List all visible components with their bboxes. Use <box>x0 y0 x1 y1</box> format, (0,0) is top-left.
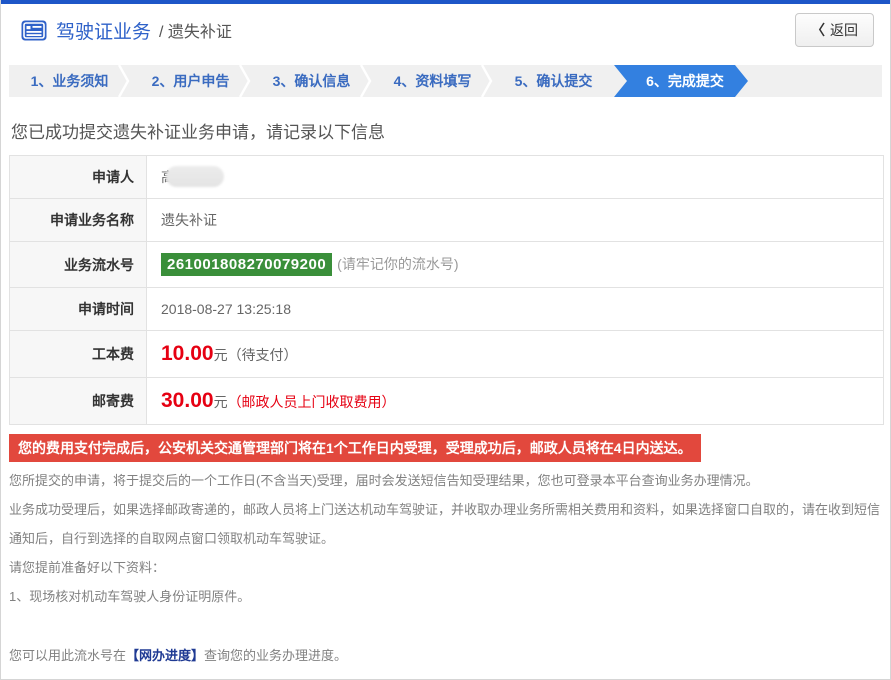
instruction-paragraph: 请您提前准备好以下资料： <box>9 560 166 576</box>
serial-number-note: (请牢记你的流水号) <box>337 256 459 272</box>
instruction-paragraph: 您所提交的申请，将于提交后的一个工作日(不含当天)受理，届时会发送短信告知受理结… <box>9 473 759 489</box>
step-2-user-declaration[interactable]: 2、用户申告 <box>130 65 251 97</box>
step-4-fill-materials[interactable]: 4、资料填写 <box>372 65 493 97</box>
instruction-paragraph: 1、现场核对机动车驾驶人身份证明原件。 <box>9 589 251 605</box>
step-label: 2、用户申告 <box>151 73 230 89</box>
serial-number-badge: 261001808270079200 <box>161 253 333 276</box>
fee-unit: 元 <box>213 394 228 410</box>
step-6-complete-submit[interactable]: 6、完成提交 <box>614 65 748 97</box>
row-label: 申请人 <box>9 155 147 199</box>
step-label: 1、业务须知 <box>30 73 109 89</box>
table-row-apply-time: 申请时间 2018-08-27 13:25:18 <box>9 287 884 331</box>
fee-unit: 元 <box>213 347 228 363</box>
row-label: 工本费 <box>9 330 147 378</box>
table-row-applicant: 申请人 高 <box>9 155 884 199</box>
redacted-name-blur <box>166 165 224 187</box>
alert-wrapper: 您的费用支付完成后，公安机关交通管理部门将在1个工作日内受理，受理成功后，邮政人… <box>9 434 882 463</box>
step-label: 4、资料填写 <box>393 73 472 89</box>
row-value: 2018-08-27 13:25:18 <box>146 287 884 331</box>
instructions-block: 您所提交的申请，将于提交后的一个工作日(不含当天)受理，届时会发送短信告知受理结… <box>9 466 882 611</box>
table-row-business-name: 申请业务名称 遗失补证 <box>9 198 884 242</box>
progress-note-suffix: 查询您的业务办理进度。 <box>204 648 348 664</box>
page-panel: 驾驶证业务 / 遗失补证 〈 返回 1、业务须知 2、用户申告 3、确认信息 4… <box>0 0 891 680</box>
row-label: 申请业务名称 <box>9 198 147 242</box>
chevron-separator-icon <box>481 65 493 97</box>
row-value: 高 <box>146 155 884 199</box>
step-label: 3、确认信息 <box>272 73 351 89</box>
postage-fee-amount: 30.00 <box>161 389 214 412</box>
chevron-separator-icon <box>360 65 372 97</box>
table-row-serial-number: 业务流水号 261001808270079200 (请牢记你的流水号) <box>9 241 884 288</box>
instruction-paragraph: 业务成功受理后，如果选择邮政寄递的，邮政人员将上门送达机动车驾驶证，并收取办理业… <box>9 502 881 547</box>
header-back-button[interactable]: 〈 返回 <box>795 13 874 47</box>
step-5-confirm-submit[interactable]: 5、确认提交 <box>493 65 614 97</box>
row-label: 邮寄费 <box>9 377 147 425</box>
table-row-postage-fee: 邮寄费 30.00元（邮政人员上门收取费用） <box>9 377 884 425</box>
online-progress-link[interactable]: 【网办进度】 <box>126 648 204 663</box>
wizard-steps: 1、业务须知 2、用户申告 3、确认信息 4、资料填写 5、确认提交 6、完成提… <box>9 65 882 97</box>
page-header: 驾驶证业务 / 遗失补证 〈 返回 <box>1 4 890 56</box>
progress-query-note: 您可以用此流水号在【网办进度】查询您的业务办理进度。 <box>9 645 882 664</box>
chevron-separator-icon <box>118 65 130 97</box>
application-info-table: 申请人 高 申请业务名称 遗失补证 业务流水号 2610018082700792… <box>9 155 884 425</box>
step-3-confirm-info[interactable]: 3、确认信息 <box>251 65 372 97</box>
page-title: 驾驶证业务 <box>56 21 152 43</box>
breadcrumb-current: / 遗失补证 <box>159 24 232 41</box>
step-label: 5、确认提交 <box>514 73 593 89</box>
row-label: 申请时间 <box>9 287 147 331</box>
license-card-icon <box>21 20 47 40</box>
chevron-left-icon: 〈 <box>811 22 825 38</box>
step-1-business-notice[interactable]: 1、业务须知 <box>9 65 130 97</box>
header-back-label: 返回 <box>830 22 858 38</box>
row-label: 业务流水号 <box>9 241 147 288</box>
production-fee-amount: 10.00 <box>161 342 214 365</box>
postage-fee-note: （邮政人员上门收取费用） <box>227 394 396 410</box>
payment-alert-banner: 您的费用支付完成后，公安机关交通管理部门将在1个工作日内受理，受理成功后，邮政人… <box>9 434 701 463</box>
row-value: 10.00元（待支付） <box>146 330 884 378</box>
success-message: 您已成功提交遗失补证业务申请，请记录以下信息 <box>11 123 385 142</box>
row-value: 261001808270079200 (请牢记你的流水号) <box>146 241 884 288</box>
steps-filler <box>748 65 882 97</box>
production-fee-note: （待支付） <box>227 347 298 363</box>
row-value: 30.00元（邮政人员上门收取费用） <box>146 377 884 425</box>
step-label: 6、完成提交 <box>646 73 724 89</box>
table-row-production-fee: 工本费 10.00元（待支付） <box>9 330 884 378</box>
row-value: 遗失补证 <box>146 198 884 242</box>
progress-note-prefix: 您可以用此流水号在 <box>9 648 127 664</box>
chevron-separator-icon <box>239 65 251 97</box>
